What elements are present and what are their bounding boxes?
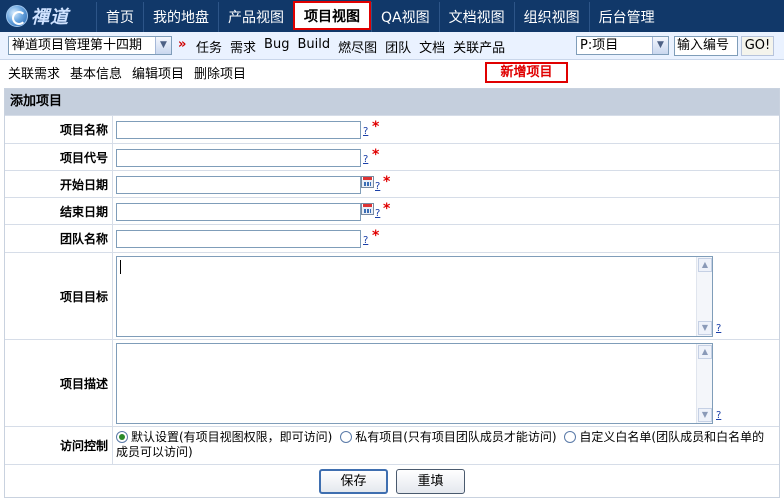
acl-options: 默认设置(有项目视图权限，即可访问) 私有项目(只有项目团队成员才能访问) 自定… bbox=[116, 430, 771, 460]
row-acl: 访问控制 默认设置(有项目视图权限，即可访问) 私有项目(只有项目团队成员才能访… bbox=[5, 426, 779, 464]
form-header: 添加项目 bbox=[5, 89, 779, 115]
scroll-down-icon[interactable]: ▼ bbox=[698, 408, 712, 422]
required-mark: * bbox=[383, 174, 391, 190]
project-goal-textarea[interactable]: ▲ ▼ bbox=[116, 256, 713, 337]
row-begin: 开始日期 ? * bbox=[5, 170, 779, 197]
text-caret bbox=[120, 260, 121, 274]
project-select[interactable]: 禅道项目管理第十四期 ▼ bbox=[8, 36, 172, 55]
required-mark: * bbox=[383, 201, 391, 217]
project-desc-textarea[interactable]: ▲ ▼ bbox=[116, 343, 713, 424]
acl-option-default[interactable]: 默认设置(有项目视图权限，即可访问) bbox=[131, 430, 332, 444]
scroll-down-icon[interactable]: ▼ bbox=[698, 321, 712, 335]
help-link[interactable]: ? bbox=[716, 410, 721, 421]
calendar-icon[interactable] bbox=[361, 203, 374, 215]
project-name-input[interactable] bbox=[116, 121, 361, 139]
nav-tab-project[interactable]: 项目视图 bbox=[293, 1, 371, 30]
search-type-value: P:项目 bbox=[580, 38, 619, 53]
help-link[interactable]: ? bbox=[363, 126, 368, 137]
goal-label: 项目目标 bbox=[5, 253, 113, 339]
chevron-down-icon[interactable]: ▼ bbox=[155, 37, 171, 54]
help-link[interactable]: ? bbox=[375, 181, 380, 192]
end-date-input[interactable] bbox=[116, 203, 361, 221]
required-mark: * bbox=[372, 147, 380, 163]
action-link-story[interactable]: 关联需求 bbox=[8, 63, 60, 82]
menu-link-burndown[interactable]: 燃尽图 bbox=[338, 37, 377, 56]
menu-link-story[interactable]: 需求 bbox=[230, 37, 256, 56]
name-label: 项目名称 bbox=[5, 116, 113, 143]
acl-radio-private[interactable] bbox=[340, 431, 353, 443]
desc-label: 项目描述 bbox=[5, 340, 113, 426]
code-label: 项目代号 bbox=[5, 144, 113, 170]
scrollbar[interactable]: ▲ ▼ bbox=[696, 344, 712, 423]
menu-link-product[interactable]: 关联产品 bbox=[453, 37, 505, 56]
team-name-input[interactable] bbox=[116, 230, 361, 248]
row-name: 项目名称 ? * bbox=[5, 115, 779, 143]
form-buttons: 保存 重填 bbox=[5, 469, 779, 494]
row-team: 团队名称 ? * bbox=[5, 224, 779, 252]
reset-button[interactable]: 重填 bbox=[396, 469, 465, 494]
row-code: 项目代号 ? * bbox=[5, 143, 779, 170]
calendar-icon[interactable] bbox=[361, 176, 374, 188]
acl-radio-default[interactable] bbox=[116, 431, 128, 443]
add-project-form: 添加项目 项目名称 ? * 项目代号 ? * 开始日期 ? * 结束日期 ? *… bbox=[4, 88, 780, 498]
menu-link-doc[interactable]: 文档 bbox=[419, 37, 445, 56]
scrollbar[interactable]: ▲ ▼ bbox=[696, 257, 712, 336]
begin-date-input[interactable] bbox=[116, 176, 361, 194]
end-label: 结束日期 bbox=[5, 198, 113, 224]
scroll-up-icon[interactable]: ▲ bbox=[698, 345, 712, 359]
action-link-delete[interactable]: 删除项目 bbox=[194, 63, 246, 82]
row-buttons: 保存 重填 bbox=[5, 464, 779, 498]
menu-link-task[interactable]: 任务 bbox=[196, 37, 222, 56]
nav-tab-home[interactable]: 首页 bbox=[96, 2, 143, 32]
row-desc: 项目描述 ▲ ▼ ? bbox=[5, 339, 779, 426]
help-link[interactable]: ? bbox=[716, 323, 721, 334]
required-mark: * bbox=[372, 119, 380, 135]
page-title: 新增项目 bbox=[485, 62, 568, 83]
go-button[interactable]: GO! bbox=[741, 36, 774, 56]
logo-text: 禪道 bbox=[31, 7, 69, 28]
top-nav: 禪道 首页 我的地盘 产品视图 项目视图 QA视图 文档视图 组织视图 后台管理 bbox=[0, 0, 784, 32]
action-link-info[interactable]: 基本信息 bbox=[70, 63, 122, 82]
help-link[interactable]: ? bbox=[363, 235, 368, 246]
required-mark: * bbox=[372, 228, 380, 244]
scroll-up-icon[interactable]: ▲ bbox=[698, 258, 712, 272]
logo[interactable]: 禪道 bbox=[0, 0, 96, 32]
zentao-logo-icon bbox=[6, 5, 28, 27]
acl-option-private[interactable]: 私有项目(只有项目团队成员才能访问) bbox=[355, 430, 556, 444]
team-label: 团队名称 bbox=[5, 225, 113, 252]
help-link[interactable]: ? bbox=[375, 208, 380, 219]
nav-tab-product[interactable]: 产品视图 bbox=[218, 2, 293, 32]
separator: » bbox=[178, 37, 187, 52]
menu-link-build[interactable]: Build bbox=[297, 37, 330, 56]
search-id-input[interactable]: 输入编号 bbox=[674, 36, 738, 56]
acl-label: 访问控制 bbox=[5, 427, 113, 464]
nav-tab-my[interactable]: 我的地盘 bbox=[143, 2, 218, 32]
menu-link-team[interactable]: 团队 bbox=[385, 37, 411, 56]
help-link[interactable]: ? bbox=[363, 154, 368, 165]
nav-tab-company[interactable]: 组织视图 bbox=[513, 2, 589, 32]
nav-tab-admin[interactable]: 后台管理 bbox=[588, 2, 664, 32]
nav-tab-doc[interactable]: 文档视图 bbox=[438, 2, 514, 32]
project-actions: 关联需求 基本信息 编辑项目 删除项目 bbox=[8, 63, 246, 82]
project-code-input[interactable] bbox=[116, 149, 361, 167]
nav-tab-qa[interactable]: QA视图 bbox=[371, 2, 439, 32]
begin-label: 开始日期 bbox=[5, 171, 113, 197]
chevron-down-icon[interactable]: ▼ bbox=[652, 37, 668, 54]
row-end: 结束日期 ? * bbox=[5, 197, 779, 224]
search-type-select[interactable]: P:项目 ▼ bbox=[576, 36, 669, 55]
save-button[interactable]: 保存 bbox=[319, 469, 388, 494]
action-link-edit[interactable]: 编辑项目 bbox=[132, 63, 184, 82]
acl-radio-custom[interactable] bbox=[564, 431, 577, 443]
project-menu: 任务 需求 Bug Build 燃尽图 团队 文档 关联产品 bbox=[196, 37, 505, 56]
menu-link-bug[interactable]: Bug bbox=[264, 37, 289, 56]
project-select-value: 禅道项目管理第十四期 bbox=[12, 38, 143, 53]
row-goal: 项目目标 ▲ ▼ ? bbox=[5, 252, 779, 339]
sub-toolbar: 禅道项目管理第十四期 ▼ » 任务 需求 Bug Build 燃尽图 团队 文档… bbox=[0, 32, 784, 60]
